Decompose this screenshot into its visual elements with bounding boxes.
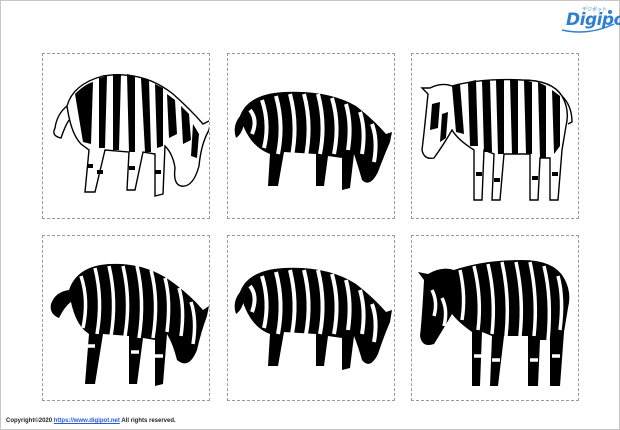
zebra-card-5 (227, 235, 395, 401)
logo-text: Digipot (566, 10, 620, 30)
zebra-card-2 (227, 53, 395, 219)
zebra-icon (418, 260, 570, 386)
zebra-icon (234, 91, 392, 190)
digipot-link[interactable]: https://www.digipot.net (54, 418, 120, 424)
copyright-suffix: All rights reserved. (119, 418, 176, 424)
zebra-icon (50, 263, 209, 386)
zebra-icon (234, 267, 392, 370)
copyright-prefix: Copyright©2020 (6, 418, 54, 424)
zebra-card-3 (411, 53, 579, 219)
zebra-icon (420, 78, 573, 201)
zebra-card-6 (411, 235, 579, 401)
zebra-card-1 (42, 53, 210, 219)
copyright-footer: Copyright©2020 https://www.digipot.net A… (6, 418, 176, 424)
zebra-card-4 (42, 235, 210, 401)
digipot-logo[interactable]: デジポット Digipot (560, 6, 620, 34)
zebra-icon (53, 74, 209, 197)
